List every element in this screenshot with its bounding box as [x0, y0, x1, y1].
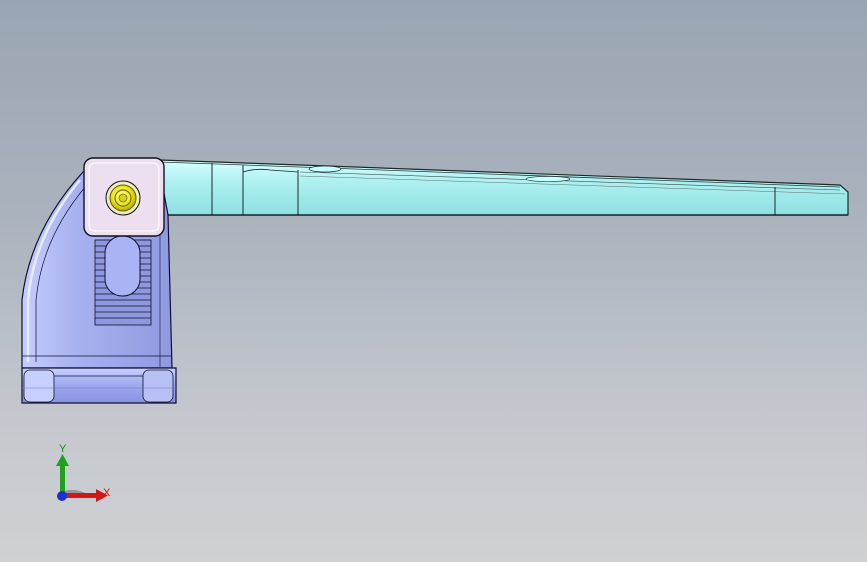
graphics-viewport[interactable]: Y X [0, 0, 867, 562]
y-axis-label: Y [59, 443, 67, 455]
slot-ribs [94, 235, 152, 326]
arm-plate[interactable] [159, 159, 849, 216]
z-axis-dot-icon [57, 491, 67, 501]
cad-model[interactable] [0, 0, 867, 562]
base-block[interactable] [21, 367, 177, 404]
hinge-screw[interactable] [105, 180, 141, 216]
y-axis-arrow-icon [56, 454, 69, 496]
x-axis-label: X [103, 487, 111, 499]
orientation-triad[interactable] [40, 440, 120, 510]
